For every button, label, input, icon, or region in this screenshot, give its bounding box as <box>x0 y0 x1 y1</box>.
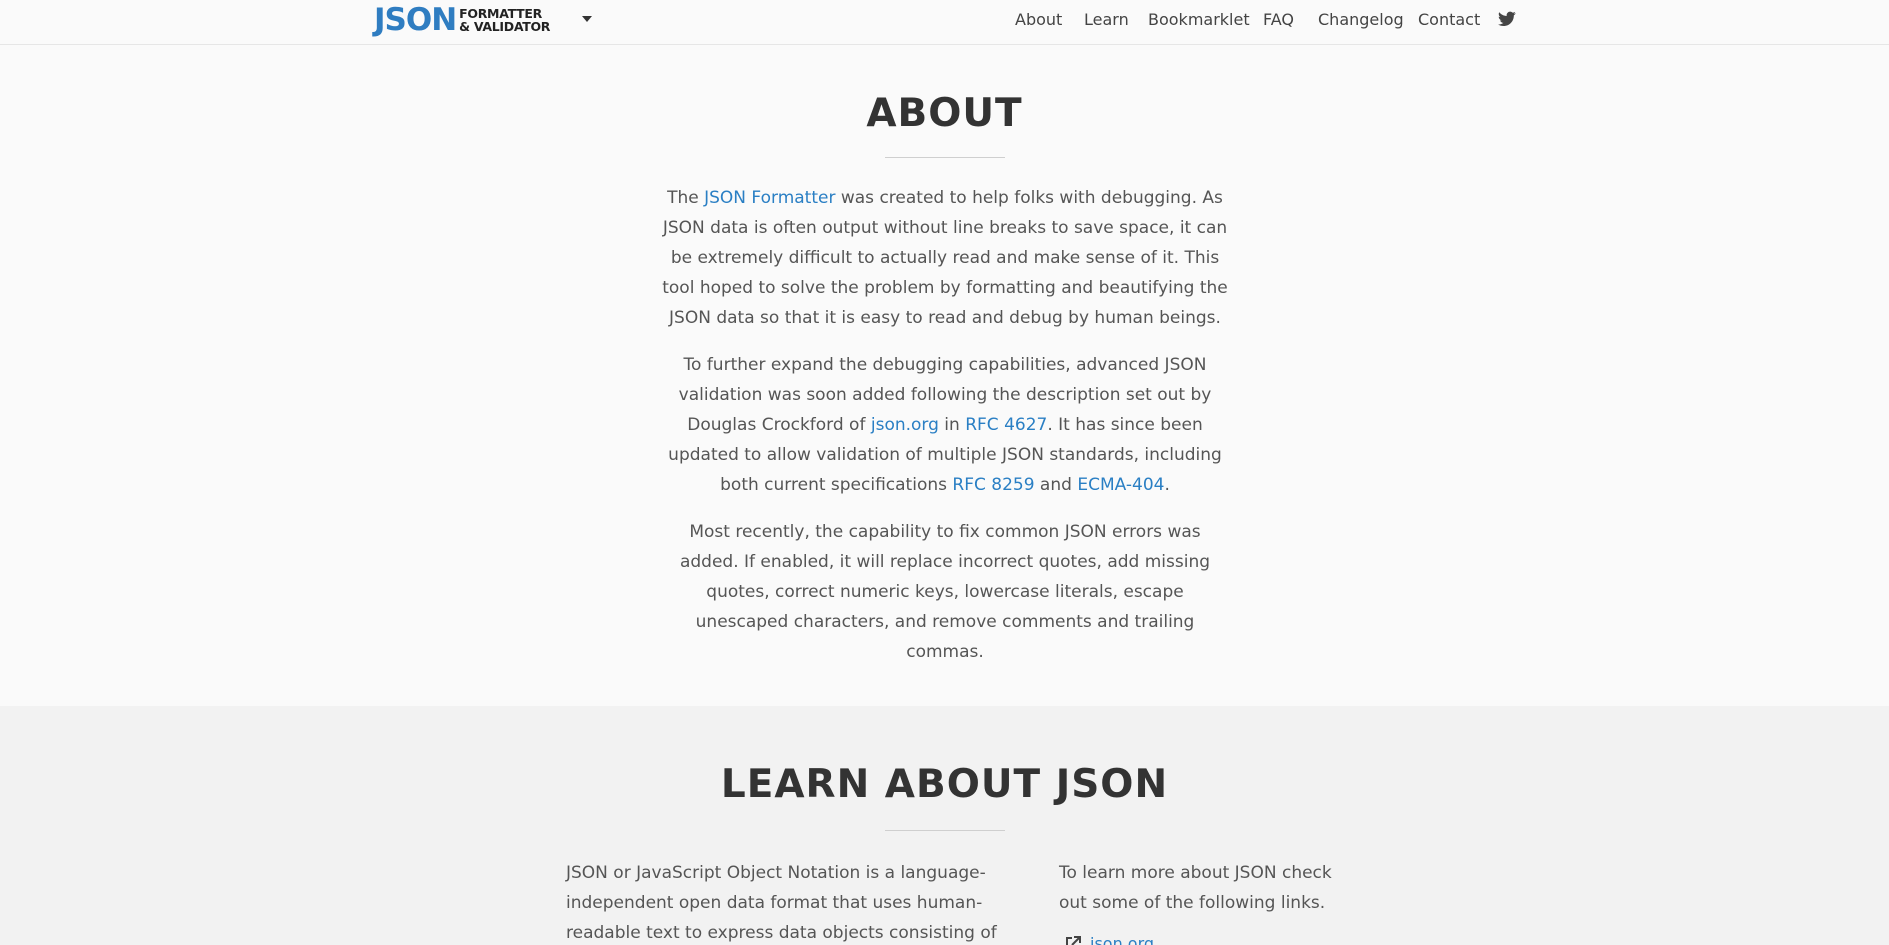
chevron-down-icon[interactable] <box>582 16 592 22</box>
json-formatter-link[interactable]: JSON Formatter <box>704 188 835 208</box>
text-fragment: and <box>1034 475 1078 495</box>
about-heading: ABOUT <box>866 91 1023 136</box>
text-fragment: . <box>1164 475 1170 495</box>
about-divider <box>885 157 1005 158</box>
rfc-4627-link[interactable]: RFC 4627 <box>965 415 1047 435</box>
about-paragraph-3: Most recently, the capability to fix com… <box>679 522 1211 662</box>
logo-json-text: JSON <box>374 2 457 38</box>
text-fragment: The <box>667 188 705 208</box>
text-fragment: was created to help folks with debugging… <box>662 188 1228 328</box>
text-fragment: in <box>938 415 966 435</box>
about-body: The JSON Formatter was created to help f… <box>660 183 1230 684</box>
nav-changelog[interactable]: Changelog <box>1318 10 1404 30</box>
nav-learn[interactable]: Learn <box>1084 10 1129 30</box>
about-section: ABOUT The JSON Formatter was created to … <box>0 46 1889 706</box>
learn-link-item[interactable]: json.org <box>1064 934 1154 945</box>
learn-links-intro: To learn more about JSON check out some … <box>1059 863 1332 913</box>
nav-faq[interactable]: FAQ <box>1263 10 1294 30</box>
nav-contact[interactable]: Contact <box>1418 10 1480 30</box>
learn-divider <box>885 830 1005 831</box>
external-link-icon <box>1066 935 1081 945</box>
learn-section: LEARN ABOUT JSON JSON or JavaScript Obje… <box>0 706 1889 945</box>
logo-subtitle-line2: & VALIDATOR <box>459 19 551 34</box>
about-paragraph-1: The JSON Formatter was created to help f… <box>660 183 1230 333</box>
rfc-8259-link[interactable]: RFC 8259 <box>952 475 1034 495</box>
about-paragraph-2: To further expand the debugging capabili… <box>660 350 1230 500</box>
site-logo[interactable]: JSON FORMATTER & VALIDATOR <box>374 4 550 36</box>
learn-heading: LEARN ABOUT JSON <box>720 762 1169 807</box>
ecma-404-link[interactable]: ECMA-404 <box>1077 475 1164 495</box>
learn-intro-text: JSON or JavaScript Object Notation is a … <box>566 863 997 943</box>
top-navbar: JSON FORMATTER & VALIDATOR About Learn B… <box>0 0 1889 45</box>
logo-subtitle: FORMATTER & VALIDATOR <box>459 7 550 33</box>
nav-about[interactable]: About <box>1015 10 1062 30</box>
json-org-learn-link[interactable]: json.org <box>1090 934 1154 945</box>
json-org-link[interactable]: json.org <box>871 415 939 435</box>
twitter-icon[interactable] <box>1498 11 1516 27</box>
nav-bookmarklet[interactable]: Bookmarklet <box>1148 10 1250 30</box>
